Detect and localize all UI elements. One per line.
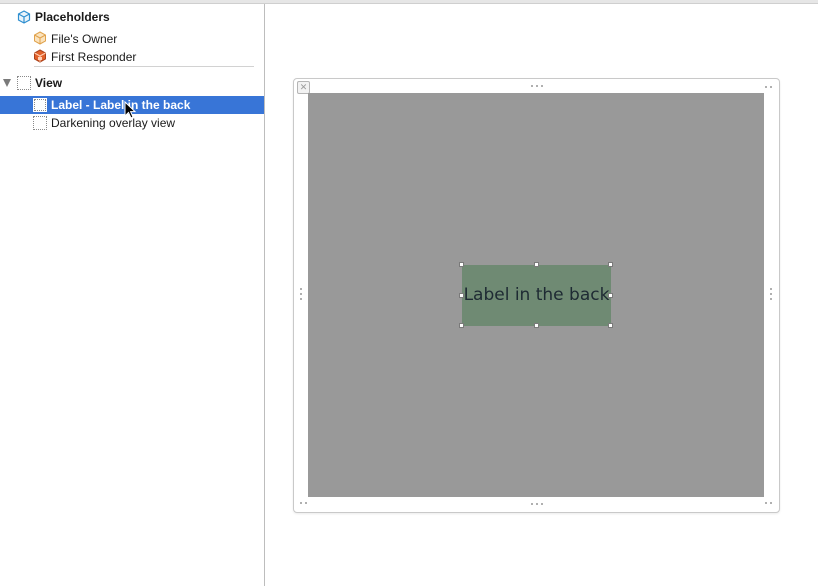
top-right-resize-grip[interactable]	[765, 86, 775, 89]
outline-divider	[34, 66, 254, 67]
outline-item-files-owner[interactable]: File's Owner	[0, 30, 264, 48]
view-object-icon	[17, 76, 31, 90]
left-resize-grip[interactable]	[300, 288, 303, 303]
view-title: View	[35, 76, 63, 90]
files-owner-cube-icon	[34, 31, 46, 45]
files-owner-label: File's Owner	[51, 32, 118, 46]
placeholders-cube-icon	[17, 10, 31, 24]
resize-handle-bottom-left[interactable]	[459, 323, 464, 328]
first-responder-label: First Responder	[51, 50, 137, 64]
mouse-pointer-icon	[124, 101, 137, 119]
resize-handle-right[interactable]	[608, 293, 613, 298]
disclosure-triangle-expanded-icon[interactable]	[3, 79, 11, 87]
bottom-resize-grip[interactable]	[531, 503, 546, 506]
top-resize-grip[interactable]	[531, 85, 546, 88]
resize-handle-bottom-right[interactable]	[608, 323, 613, 328]
bottom-right-resize-grip[interactable]	[765, 502, 775, 505]
outline-item-view[interactable]: View	[0, 74, 264, 92]
resize-handle-left[interactable]	[459, 293, 464, 298]
label-object-icon	[33, 98, 47, 112]
right-resize-grip[interactable]	[770, 288, 773, 303]
resize-handle-bottom[interactable]	[534, 323, 539, 328]
first-responder-cube-icon	[34, 49, 46, 63]
outline-section-placeholders[interactable]: Placeholders	[0, 8, 264, 26]
darkening-overlay-text: Darkening overlay view	[51, 116, 176, 130]
placeholders-title: Placeholders	[35, 10, 110, 24]
label-item-text: Label - Label in the back	[51, 98, 191, 112]
bottom-left-resize-grip[interactable]	[300, 502, 310, 505]
view-object-icon	[33, 116, 47, 130]
label-in-the-back[interactable]: Label in the back	[462, 265, 611, 326]
resize-handle-top-right[interactable]	[608, 262, 613, 267]
resize-handle-top-left[interactable]	[459, 262, 464, 267]
resize-handle-top[interactable]	[534, 262, 539, 267]
outline-item-first-responder[interactable]: First Responder	[0, 48, 264, 66]
